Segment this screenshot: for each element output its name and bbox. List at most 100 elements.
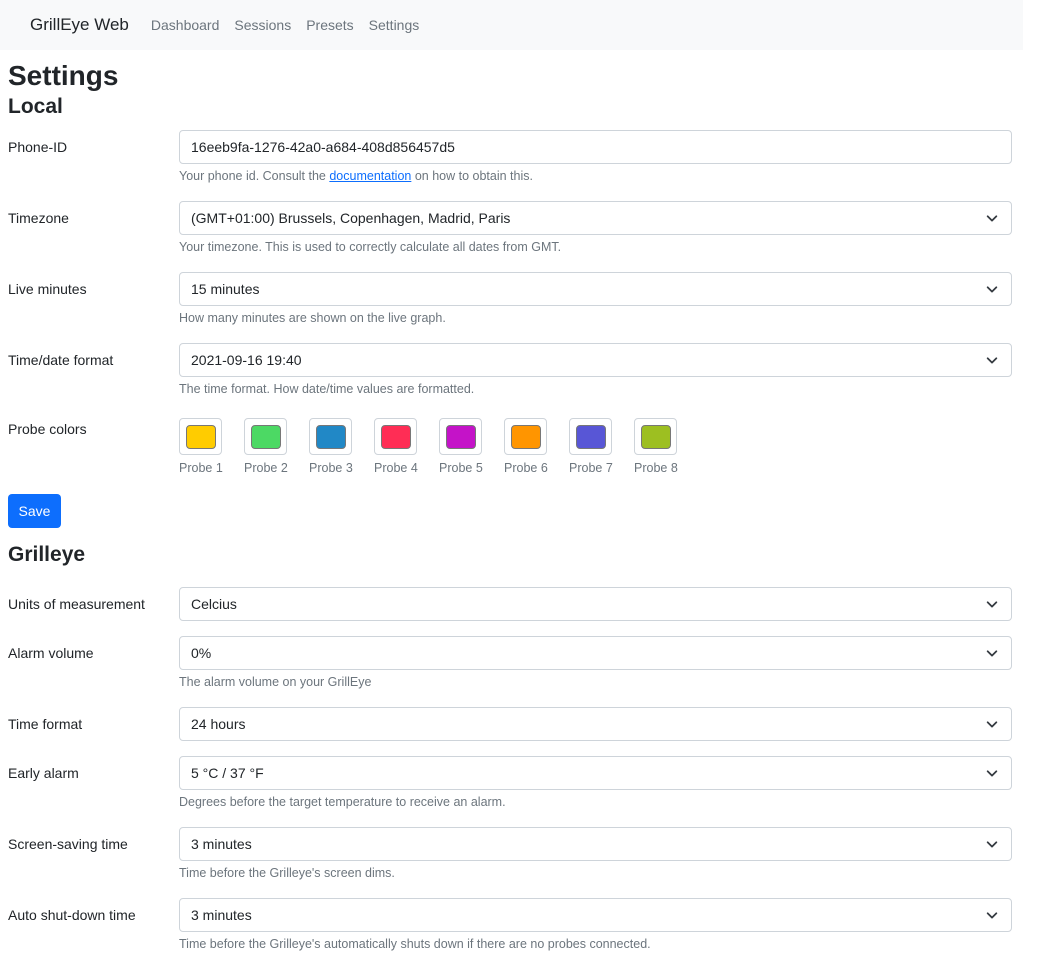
probe-color-item: Probe 4 bbox=[374, 418, 439, 475]
auto-shutdown-value: 3 minutes bbox=[191, 907, 252, 923]
probe-color-list: Probe 1 Probe 2 Probe 3 Probe 4 Probe 5 Probe… bbox=[179, 418, 1012, 475]
probe-color-picker[interactable] bbox=[244, 418, 287, 455]
probe-label: Probe 6 bbox=[504, 461, 548, 475]
probe-label: Probe 7 bbox=[569, 461, 613, 475]
color-swatch bbox=[315, 424, 346, 449]
color-swatch bbox=[250, 424, 281, 449]
early-alarm-row: Early alarm 5 °C / 37 °F Degrees before … bbox=[8, 756, 1012, 813]
probe-color-item: Probe 2 bbox=[244, 418, 309, 475]
probe-color-item: Probe 3 bbox=[309, 418, 374, 475]
brand-link[interactable]: GrillEye Web bbox=[30, 15, 129, 35]
alarm-volume-label: Alarm volume bbox=[8, 645, 94, 661]
section-grilleye-heading: Grilleye bbox=[8, 543, 86, 566]
navbar: GrillEye Web Dashboard Sessions Presets … bbox=[0, 0, 1023, 50]
units-value: Celcius bbox=[191, 596, 237, 612]
time-date-format-label: Time/date format bbox=[8, 352, 114, 368]
settings-container: Settings Local Phone-ID 16eeb9fa-1276-42… bbox=[0, 60, 1012, 955]
alarm-volume-help: The alarm volume on your GrillEye bbox=[179, 675, 372, 689]
auto-shutdown-select[interactable]: 3 minutes bbox=[179, 898, 1012, 932]
live-minutes-row: Live minutes 15 minutes How many minutes… bbox=[8, 272, 1012, 329]
auto-shutdown-row: Auto shut-down time 3 minutes Time befor… bbox=[8, 898, 1012, 955]
alarm-volume-select[interactable]: 0% bbox=[179, 636, 1012, 670]
probe-label: Probe 2 bbox=[244, 461, 288, 475]
screen-saving-help: Time before the Grilleye's screen dims. bbox=[179, 866, 395, 880]
color-swatch bbox=[640, 424, 671, 449]
probe-color-picker[interactable] bbox=[179, 418, 222, 455]
probe-label: Probe 5 bbox=[439, 461, 483, 475]
alarm-volume-value: 0% bbox=[191, 645, 212, 661]
time-format-value: 24 hours bbox=[191, 716, 246, 732]
phone-id-row: Phone-ID 16eeb9fa-1276-42a0-a684-408d856… bbox=[8, 130, 1012, 187]
probe-color-item: Probe 1 bbox=[179, 418, 244, 475]
probe-color-picker[interactable] bbox=[569, 418, 612, 455]
alarm-volume-row: Alarm volume 0% The alarm volume on your… bbox=[8, 636, 1012, 693]
probe-color-item: Probe 7 bbox=[569, 418, 634, 475]
auto-shutdown-label: Auto shut-down time bbox=[8, 907, 136, 923]
early-alarm-value: 5 °C / 37 °F bbox=[191, 765, 264, 781]
chevron-down-icon bbox=[986, 286, 998, 293]
units-label: Units of measurement bbox=[8, 596, 145, 612]
phone-id-value: 16eeb9fa-1276-42a0-a684-408d856457d5 bbox=[191, 139, 455, 155]
phone-id-label: Phone-ID bbox=[8, 139, 68, 155]
probe-color-picker[interactable] bbox=[504, 418, 547, 455]
phone-id-help-text-end: on how to obtain this. bbox=[411, 169, 533, 183]
screen-saving-row: Screen-saving time 3 minutes Time before… bbox=[8, 827, 1012, 884]
probe-color-item: Probe 8 bbox=[634, 418, 699, 475]
auto-shutdown-help: Time before the Grilleye's automatically… bbox=[179, 937, 651, 951]
probe-color-picker[interactable] bbox=[309, 418, 352, 455]
save-button[interactable]: Save bbox=[8, 494, 61, 528]
color-swatch bbox=[575, 424, 606, 449]
timezone-row: Timezone (GMT+01:00) Brussels, Copenhage… bbox=[8, 201, 1012, 258]
units-select[interactable]: Celcius bbox=[179, 587, 1012, 621]
probe-label: Probe 4 bbox=[374, 461, 418, 475]
units-row: Units of measurement Celcius bbox=[8, 587, 1012, 621]
chevron-down-icon bbox=[986, 601, 998, 608]
live-minutes-label: Live minutes bbox=[8, 281, 87, 297]
probe-color-picker[interactable] bbox=[374, 418, 417, 455]
probe-colors-row: Probe colors Probe 1 Probe 2 Probe 3 Probe … bbox=[8, 414, 1012, 475]
timezone-value: (GMT+01:00) Brussels, Copenhagen, Madrid… bbox=[191, 210, 511, 226]
early-alarm-label: Early alarm bbox=[8, 765, 79, 781]
timezone-label: Timezone bbox=[8, 210, 69, 226]
documentation-link[interactable]: documentation bbox=[329, 169, 411, 183]
probe-color-item: Probe 5 bbox=[439, 418, 504, 475]
probe-color-item: Probe 6 bbox=[504, 418, 569, 475]
probe-label: Probe 3 bbox=[309, 461, 353, 475]
nav-settings[interactable]: Settings bbox=[369, 17, 420, 33]
probe-color-picker[interactable] bbox=[439, 418, 482, 455]
chevron-down-icon bbox=[986, 841, 998, 848]
nav-presets[interactable]: Presets bbox=[306, 17, 353, 33]
live-minutes-value: 15 minutes bbox=[191, 281, 260, 297]
time-date-format-help: The time format. How date/time values ar… bbox=[179, 382, 475, 396]
phone-id-help: Your phone id. Consult the documentation… bbox=[179, 169, 1012, 187]
probe-color-picker[interactable] bbox=[634, 418, 677, 455]
probe-label: Probe 1 bbox=[179, 461, 223, 475]
screen-saving-value: 3 minutes bbox=[191, 836, 252, 852]
nav-dashboard[interactable]: Dashboard bbox=[151, 17, 220, 33]
chevron-down-icon bbox=[986, 912, 998, 919]
phone-id-input[interactable]: 16eeb9fa-1276-42a0-a684-408d856457d5 bbox=[179, 130, 1012, 164]
timezone-select[interactable]: (GMT+01:00) Brussels, Copenhagen, Madrid… bbox=[179, 201, 1012, 235]
chevron-down-icon bbox=[986, 357, 998, 364]
early-alarm-select[interactable]: 5 °C / 37 °F bbox=[179, 756, 1012, 790]
probe-label: Probe 8 bbox=[634, 461, 678, 475]
time-format-label: Time format bbox=[8, 716, 83, 732]
time-date-format-select[interactable]: 2021-09-16 19:40 bbox=[179, 343, 1012, 377]
live-minutes-help: How many minutes are shown on the live g… bbox=[179, 311, 446, 325]
color-swatch bbox=[510, 424, 541, 449]
color-swatch bbox=[445, 424, 476, 449]
timezone-help: Your timezone. This is used to correctly… bbox=[179, 240, 562, 254]
time-date-format-row: Time/date format 2021-09-16 19:40 The ti… bbox=[8, 343, 1012, 400]
nav-sessions[interactable]: Sessions bbox=[234, 17, 291, 33]
screen-saving-label: Screen-saving time bbox=[8, 836, 128, 852]
time-format-select[interactable]: 24 hours bbox=[179, 707, 1012, 741]
screen-saving-select[interactable]: 3 minutes bbox=[179, 827, 1012, 861]
chevron-down-icon bbox=[986, 770, 998, 777]
chevron-down-icon bbox=[986, 650, 998, 657]
live-minutes-select[interactable]: 15 minutes bbox=[179, 272, 1012, 306]
early-alarm-help: Degrees before the target temperature to… bbox=[179, 795, 506, 809]
chevron-down-icon bbox=[986, 721, 998, 728]
time-date-format-value: 2021-09-16 19:40 bbox=[191, 352, 302, 368]
probe-colors-label: Probe colors bbox=[8, 421, 87, 437]
time-format-row: Time format 24 hours bbox=[8, 707, 1012, 741]
